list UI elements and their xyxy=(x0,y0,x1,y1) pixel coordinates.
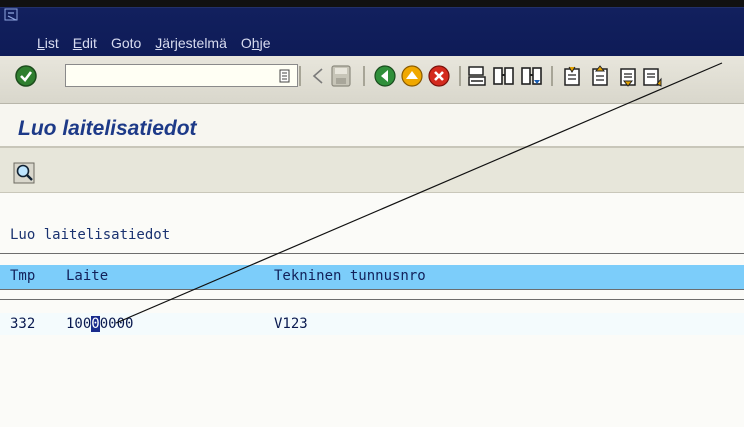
command-field[interactable] xyxy=(65,64,298,87)
column-header-tmp: Tmp xyxy=(10,268,36,284)
list-header-row: Tmp Laite Tekninen tunnusnro xyxy=(0,265,744,289)
cell-laite-pre: 100 xyxy=(66,316,92,332)
menu-system[interactable]: Järjestelmä xyxy=(155,35,227,51)
toolbar-separator xyxy=(299,66,301,86)
toolbar-separator xyxy=(363,66,365,86)
list-title: Luo laitelisatiedot xyxy=(10,227,171,243)
list-rule xyxy=(0,289,744,290)
menu-items: List Edit Goto Järjestelmä Ohje xyxy=(37,35,284,51)
menu-mnemonic: E xyxy=(72,35,83,51)
menu-mnemonic: h xyxy=(251,35,260,51)
list-rule xyxy=(0,299,744,300)
find-icon[interactable] xyxy=(492,64,516,88)
find-next-icon[interactable] xyxy=(520,64,544,88)
next-page-icon[interactable] xyxy=(615,64,641,88)
screen-title: Luo laitelisatiedot xyxy=(18,117,197,140)
menu-mnemonic: J xyxy=(155,35,163,51)
print-icon[interactable] xyxy=(466,64,488,88)
save-icon[interactable] xyxy=(330,64,352,88)
cell-laite-post: 0000 xyxy=(99,316,134,332)
list-rule xyxy=(0,253,744,254)
list-output: Luo laitelisatiedot Tmp Laite Tekninen t… xyxy=(0,193,744,427)
cancel-icon[interactable] xyxy=(427,64,451,88)
menu-mnemonic: L xyxy=(37,35,45,51)
menu-bar: List Edit Goto Järjestelmä Ohje xyxy=(0,0,744,56)
cell-laite[interactable]: 10000000 xyxy=(66,316,133,332)
last-page-icon[interactable] xyxy=(640,64,666,88)
prev-page-icon[interactable] xyxy=(587,64,613,88)
menu-goto[interactable]: Goto xyxy=(111,35,141,51)
column-header-tekninen-tunnusnro: Tekninen tunnusnro xyxy=(274,268,426,284)
exit-icon[interactable] xyxy=(400,64,424,88)
table-row[interactable]: 332 10000000 V123 xyxy=(0,313,744,335)
text-cursor: 0 xyxy=(91,316,100,332)
cell-tmp: 332 xyxy=(10,316,36,332)
toolbar-separator xyxy=(551,66,553,86)
detail-magnifier-icon[interactable] xyxy=(13,162,35,184)
command-history-icon[interactable] xyxy=(276,67,294,85)
menu-list[interactable]: List xyxy=(37,35,59,51)
system-menu-icon[interactable] xyxy=(4,8,20,22)
application-toolbar xyxy=(0,148,744,193)
first-page-icon[interactable] xyxy=(559,64,585,88)
enter-check-icon[interactable] xyxy=(14,64,38,88)
standard-toolbar xyxy=(0,56,744,104)
column-header-laite: Laite xyxy=(66,268,109,284)
prev-icon[interactable] xyxy=(311,66,325,86)
menu-edit[interactable]: Edit xyxy=(73,35,97,51)
toolbar-separator xyxy=(459,66,461,86)
back-icon[interactable] xyxy=(373,64,397,88)
cell-tekninen-tunnusnro: V123 xyxy=(274,316,308,332)
menu-help[interactable]: Ohje xyxy=(241,35,271,51)
